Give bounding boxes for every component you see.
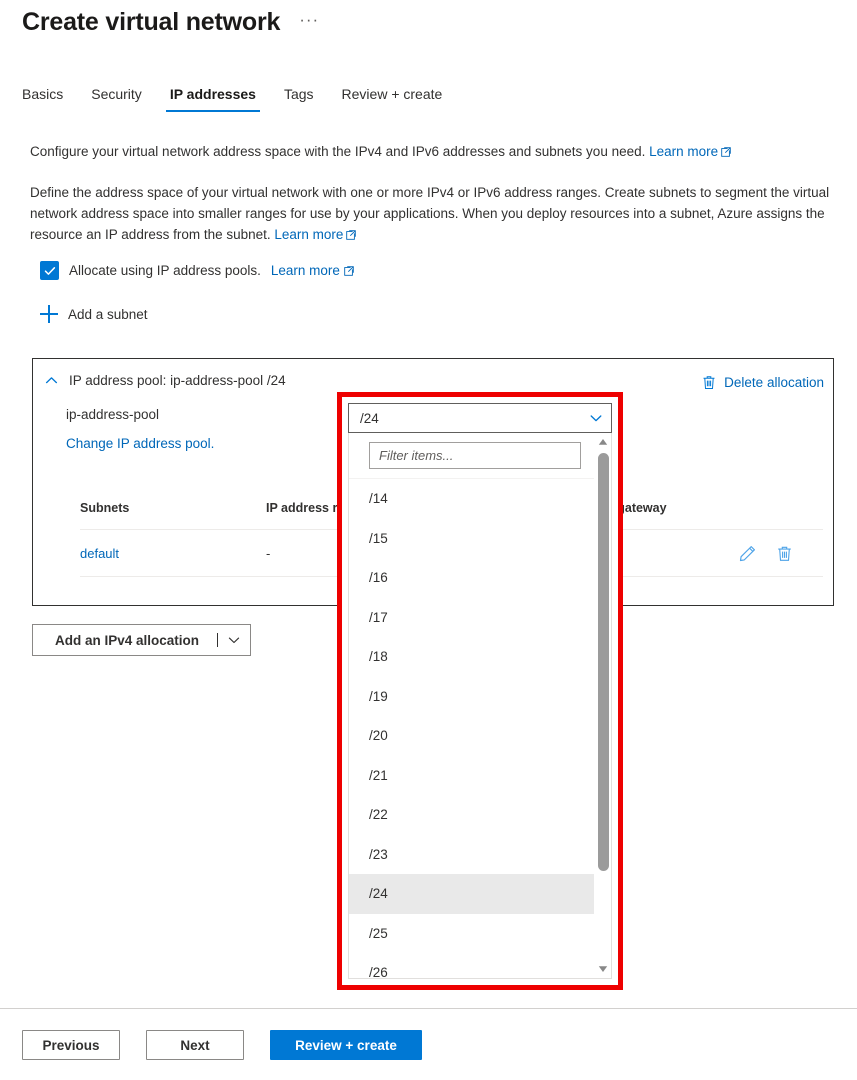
wizard-tabs: Basics Security IP addresses Tags Review… [22,86,456,112]
dropdown-option[interactable]: /19 [349,677,594,717]
add-ipv4-allocation-button[interactable]: Add an IPv4 allocation [32,624,252,656]
dropdown-option[interactable]: /20 [349,716,594,756]
chevron-up-icon[interactable] [45,374,58,387]
pool-panel-header-label: IP address pool: ip-address-pool /24 [69,373,286,388]
prefix-dropdown-scrollbar[interactable] [594,433,611,978]
dropdown-option[interactable]: /22 [349,795,594,835]
intro-paragraph-2: Define the address space of your virtual… [30,182,834,245]
pool-panel-header[interactable]: IP address pool: ip-address-pool /24 [45,373,286,388]
filter-items-input[interactable] [369,442,581,469]
external-link-icon [346,230,357,240]
allocate-using-pools-row: Allocate using IP address pools. Learn m… [40,261,354,280]
dropdown-option[interactable]: /18 [349,637,594,677]
intro-paragraph-1: Configure your virtual network address s… [30,142,830,161]
page-title: Create virtual network [22,8,281,36]
prefix-dropdown-options: /14/15/16/17/18/19/20/21/22/23/24/25/26 [349,479,594,978]
delete-allocation-label: Delete allocation [724,375,824,390]
plus-icon [40,305,58,323]
dropdown-option[interactable]: /23 [349,835,594,875]
scroll-down-arrow-icon[interactable] [595,961,611,977]
intro-paragraph-1-text: Configure your virtual network address s… [30,144,650,159]
dropdown-option[interactable]: /15 [349,519,594,559]
chevron-down-icon[interactable] [589,411,603,425]
checkmark-icon [44,266,55,275]
dropdown-option[interactable]: /25 [349,914,594,954]
review-create-button[interactable]: Review + create [270,1030,422,1060]
learn-more-link-1[interactable]: Learn more [649,144,718,159]
tab-ip-addresses[interactable]: IP addresses [156,86,270,112]
column-header-actions [731,501,823,515]
intro-paragraph-2-text: Define the address space of your virtual… [30,185,830,242]
subnet-name-cell: default [80,546,266,561]
allocate-using-pools-label: Allocate using IP address pools. [69,263,261,278]
dropdown-option[interactable]: /24 [349,874,594,914]
dropdown-option[interactable]: /14 [349,479,594,519]
more-options-icon[interactable]: ··· [294,11,324,35]
tab-review-create[interactable]: Review + create [328,86,457,112]
previous-button[interactable]: Previous [22,1030,120,1060]
tab-basics[interactable]: Basics [22,86,77,112]
add-subnet-label: Add a subnet [68,306,148,322]
column-header-subnets: Subnets [80,501,130,515]
edit-pencil-icon[interactable] [739,545,756,562]
dropdown-option[interactable]: /17 [349,598,594,638]
external-link-icon [721,147,731,157]
tab-security[interactable]: Security [77,86,156,112]
footer-actions: Previous Next Review + create [22,1030,422,1060]
page-header: Create virtual network ··· [22,8,324,37]
dropdown-option[interactable]: /16 [349,558,594,598]
prefix-dropdown-list-column: /14/15/16/17/18/19/20/21/22/23/24/25/26 [349,433,594,978]
add-subnet-button[interactable]: Add a subnet [40,305,148,323]
scrollbar-thumb[interactable] [598,453,609,871]
tab-tags[interactable]: Tags [270,86,328,112]
scroll-up-arrow-icon[interactable] [595,434,611,450]
learn-more-link-2[interactable]: Learn more [274,227,343,242]
dropdown-option[interactable]: /21 [349,756,594,796]
delete-trash-icon[interactable] [776,545,793,562]
prefix-dropdown-selected-value: /24 [360,410,379,426]
allocate-using-pools-checkbox[interactable] [40,261,59,280]
footer-divider [0,1008,857,1009]
subnet-row-actions [731,545,823,562]
pool-name-label: ip-address-pool [66,407,160,422]
change-ip-address-pool-link[interactable]: Change IP address pool. [66,436,214,451]
subnet-default-link[interactable]: default [80,546,119,561]
external-link-icon [344,265,354,276]
prefix-dropdown-list: /14/15/16/17/18/19/20/21/22/23/24/25/26 [348,433,612,979]
dropdown-option[interactable]: /26 [349,953,594,978]
create-virtual-network-page: Create virtual network ··· Basics Securi… [0,0,857,1080]
prefix-dropdown-combobox[interactable]: /24 [348,403,612,433]
delete-allocation-button[interactable]: Delete allocation [702,375,824,390]
add-ipv4-allocation-label: Add an IPv4 allocation [55,632,200,648]
chevron-down-icon [228,637,240,644]
next-button[interactable]: Next [146,1030,244,1060]
prefix-dropdown: /24 /14/15/16/17/18/19/20/21/22/23/24/25… [342,397,618,985]
prefix-dropdown-filter-wrap [349,433,594,479]
prefix-dropdown-highlight-box: /24 /14/15/16/17/18/19/20/21/22/23/24/25… [337,392,623,990]
allocate-learn-more-link[interactable]: Learn more [271,263,340,278]
trash-icon [702,375,716,390]
add-ipv4-allocation-chevron[interactable] [218,625,250,655]
